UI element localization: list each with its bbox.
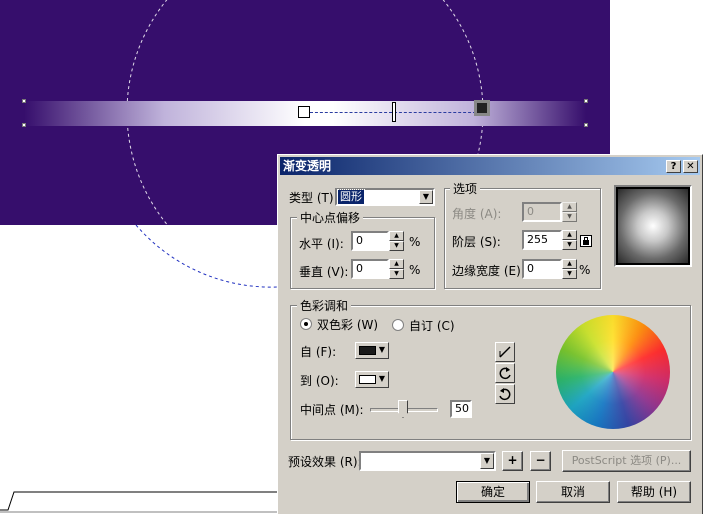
- from-color-swatch: [359, 346, 376, 355]
- close-icon[interactable]: ✕: [683, 160, 698, 173]
- clockwise-blend-icon[interactable]: [495, 384, 515, 404]
- selection-handle[interactable]: [584, 99, 588, 103]
- selection-handle[interactable]: [584, 123, 588, 127]
- vertical-spinner[interactable]: ▲ ▼: [389, 259, 404, 279]
- midpoint-input[interactable]: 50: [450, 400, 472, 418]
- color-wheel[interactable]: [556, 315, 670, 429]
- to-color-picker[interactable]: ▼: [355, 371, 389, 388]
- fountain-transparency-dialog: 渐变透明 ? ✕ 类型 (T) 圆形 ▼ 中心点偏移 水平 (I): 0 ▲ ▼ …: [277, 154, 703, 514]
- dialog-title: 渐变透明: [283, 159, 332, 173]
- chevron-down-icon[interactable]: ▼: [480, 453, 494, 469]
- angle-spinner: ▲ ▼: [562, 202, 577, 222]
- edge-pad-input[interactable]: 0: [522, 259, 562, 279]
- steps-input[interactable]: 255: [522, 230, 562, 250]
- lock-icon[interactable]: [580, 235, 592, 247]
- color-blend-title: 色彩调和: [297, 297, 352, 314]
- horizontal-unit: %: [409, 235, 421, 249]
- edge-pad-spinner[interactable]: ▲ ▼: [562, 259, 577, 279]
- ok-button[interactable]: 确定: [456, 481, 530, 503]
- horizontal-spinner[interactable]: ▲ ▼: [389, 231, 404, 251]
- steps-spinner[interactable]: ▲ ▼: [562, 230, 577, 250]
- to-color-swatch: [359, 375, 376, 384]
- chevron-down-icon: ▼: [378, 345, 385, 354]
- presets-select[interactable]: ▼: [359, 451, 496, 471]
- counterclockwise-blend-icon[interactable]: [495, 363, 515, 383]
- custom-label: 自订 (C): [409, 319, 455, 333]
- selection-handle[interactable]: [22, 123, 26, 127]
- chevron-down-icon: ▼: [378, 374, 385, 383]
- to-label: 到 (O):: [300, 374, 339, 388]
- steps-label: 阶层 (S):: [452, 235, 501, 249]
- help-icon[interactable]: ?: [666, 160, 681, 173]
- vertical-label: 垂直 (V):: [299, 265, 349, 279]
- postscript-options-button: PostScript 选项 (P)...: [562, 450, 691, 472]
- add-preset-button[interactable]: +: [502, 451, 523, 471]
- presets-label: 预设效果 (R):: [288, 455, 362, 469]
- page-tab[interactable]: [0, 490, 290, 514]
- type-label: 类型 (T): [289, 191, 334, 205]
- chevron-down-icon[interactable]: ▼: [419, 190, 433, 204]
- from-color-picker[interactable]: ▼: [355, 342, 389, 359]
- gradient-start-node[interactable]: [298, 106, 310, 118]
- type-select[interactable]: 圆形 ▼: [335, 188, 435, 206]
- midpoint-label: 中间点 (M):: [300, 403, 364, 417]
- two-color-label: 双色彩 (W): [317, 318, 379, 332]
- edge-pad-label: 边缘宽度 (E):: [452, 264, 525, 278]
- custom-radio[interactable]: [392, 319, 404, 331]
- angle-label: 角度 (A):: [452, 207, 502, 221]
- gradient-midpoint-slider[interactable]: [392, 102, 396, 122]
- vertical-input[interactable]: 0: [351, 259, 389, 279]
- remove-preset-button[interactable]: −: [530, 451, 551, 471]
- type-select-value: 圆形: [337, 189, 365, 205]
- edge-pad-unit: %: [579, 263, 591, 277]
- from-label: 自 (F):: [300, 345, 337, 359]
- horizontal-label: 水平 (I):: [299, 237, 344, 251]
- options-title: 选项: [450, 180, 481, 197]
- vertical-unit: %: [409, 263, 421, 277]
- center-offset-title: 中心点偏移: [297, 209, 364, 226]
- selection-handle[interactable]: [22, 99, 26, 103]
- horizontal-input[interactable]: 0: [351, 231, 389, 251]
- help-button[interactable]: 帮助 (H): [617, 481, 691, 503]
- cancel-button[interactable]: 取消: [536, 481, 610, 503]
- angle-input: 0: [522, 202, 562, 222]
- gradient-preview[interactable]: [614, 185, 692, 267]
- gradient-end-node[interactable]: [474, 100, 490, 116]
- two-color-radio[interactable]: [300, 318, 312, 330]
- dialog-title-bar[interactable]: 渐变透明 ? ✕: [280, 157, 700, 175]
- direct-blend-icon[interactable]: [495, 342, 515, 362]
